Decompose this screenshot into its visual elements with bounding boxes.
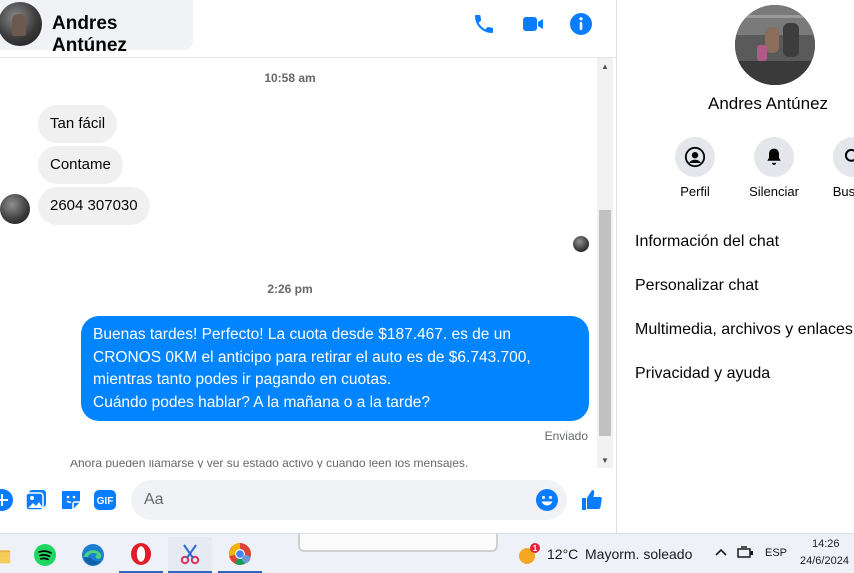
message-line: CRONOS 0KM el anticipo para retirar el a… — [93, 348, 531, 366]
timestamp: 2:26 pm — [267, 282, 313, 296]
profile-icon — [684, 146, 706, 168]
message-bubble-incoming[interactable]: Contame — [38, 146, 123, 184]
weather-sun-icon: 1 — [519, 543, 540, 564]
edge-icon — [82, 544, 104, 566]
menu-chat-info[interactable]: Información del chat — [635, 233, 779, 251]
search-action-label: Buscar — [832, 184, 854, 199]
input-language[interactable]: ESP — [765, 547, 787, 559]
like-icon[interactable] — [580, 488, 604, 512]
chat-details-panel: Andres Antúnez Perfil Silenciar Bus Info… — [617, 0, 854, 533]
profile-action-label: Perfil — [680, 184, 710, 199]
profile-photo — [735, 5, 815, 85]
sender-avatar[interactable] — [0, 194, 30, 224]
scrollbar-thumb[interactable] — [599, 210, 611, 436]
message-scrollbar[interactable]: ▲ ▼ — [597, 58, 613, 468]
gif-icon[interactable]: GIF — [93, 488, 117, 512]
clock-date[interactable]: 24/6/2024 — [800, 555, 849, 567]
network-icon[interactable] — [737, 545, 755, 559]
scroll-down-arrow-icon[interactable]: ▼ — [597, 452, 613, 468]
phone-icon[interactable] — [472, 12, 496, 36]
search-icon — [844, 148, 854, 162]
chevron-up-icon[interactable] — [714, 546, 728, 558]
profile-name: Andres Antúnez — [708, 94, 829, 113]
search-action-circle[interactable] — [833, 137, 854, 177]
window-preview-edge — [298, 534, 498, 552]
snipping-tool-button[interactable] — [168, 537, 212, 573]
weather-description: Mayorm. soleado — [585, 546, 693, 562]
opera-button[interactable] — [119, 537, 163, 573]
menu-privacy-help[interactable]: Privacidad y ayuda — [635, 365, 770, 383]
scroll-up-arrow-icon[interactable]: ▲ — [597, 58, 613, 74]
chrome-button[interactable] — [218, 537, 262, 573]
activity-notice-text: Ahora pueden llamarse y ver su estado ac… — [70, 460, 469, 468]
chrome-icon — [229, 543, 251, 565]
gif-label: GIF — [97, 496, 114, 507]
mute-action-circle[interactable] — [754, 137, 794, 177]
info-icon[interactable] — [569, 12, 593, 36]
emoji-icon[interactable] — [535, 488, 559, 512]
windows-taskbar: 1 12°C Mayorm. soleado ESP 14:26 24/6/20… — [0, 533, 854, 573]
timestamp: 10:58 am — [264, 71, 316, 85]
spotify-icon — [34, 544, 56, 566]
opera-icon — [131, 543, 151, 565]
bell-icon — [767, 148, 781, 165]
message-bubble-incoming[interactable]: Tan fácil — [38, 105, 118, 143]
clock-time[interactable]: 14:26 — [812, 538, 840, 550]
search-action[interactable]: Buscar — [813, 137, 854, 199]
weather-badge: 1 — [533, 544, 538, 553]
photo-icon[interactable] — [24, 488, 48, 512]
menu-customize-chat[interactable]: Personalizar chat — [635, 277, 759, 295]
activity-notice: Ahora pueden llamarse y ver su estado ac… — [70, 460, 550, 468]
composer-bar: GIF Aa — [0, 470, 616, 532]
message-input-placeholder: Aa — [144, 491, 164, 508]
messenger-window: Andres Antúnez 10:58 am Tan fácil Contam… — [0, 0, 854, 573]
contact-name: Andres Antúnez — [52, 13, 127, 56]
message-list[interactable]: 10:58 am Tan fácil Contame 2604 307030 2… — [0, 58, 597, 468]
spotify-button[interactable] — [23, 537, 67, 573]
video-call-icon[interactable] — [521, 12, 545, 36]
seen-indicator-avatar — [573, 236, 589, 252]
sticker-icon[interactable] — [59, 488, 83, 512]
plus-icon[interactable] — [0, 488, 14, 512]
chat-header: Andres Antúnez — [0, 0, 616, 58]
snipping-tool-icon — [180, 544, 200, 565]
profile-action[interactable]: Perfil — [655, 137, 735, 199]
profile-action-circle[interactable] — [675, 137, 715, 177]
message-line: mientras tanto podes ir pagando en cuota… — [93, 371, 392, 388]
profile-avatar[interactable] — [735, 5, 815, 85]
message-line: Cuándo podes hablar? A la mañana o a la … — [93, 393, 430, 411]
message-input[interactable]: Aa — [131, 480, 567, 520]
message-bubble-outgoing[interactable]: Buenas tardes! Perfecto! La cuota desde … — [81, 316, 589, 421]
menu-media-files-links[interactable]: Multimedia, archivos y enlaces — [635, 321, 853, 339]
message-line: Buenas tardes! Perfecto! La cuota desde … — [93, 326, 511, 343]
mute-action[interactable]: Silenciar — [734, 137, 814, 199]
file-explorer-icon — [0, 550, 11, 564]
message-bubble-incoming[interactable]: 2604 307030 — [38, 187, 150, 225]
edge-button[interactable] — [71, 537, 115, 573]
contact-avatar — [0, 2, 42, 46]
weather-temperature: 12°C — [547, 546, 579, 562]
contact-header-button[interactable]: Andres Antúnez — [0, 0, 193, 56]
sent-status: Enviado — [544, 429, 588, 443]
mute-action-label: Silenciar — [749, 184, 799, 199]
file-explorer-button[interactable] — [0, 537, 22, 573]
